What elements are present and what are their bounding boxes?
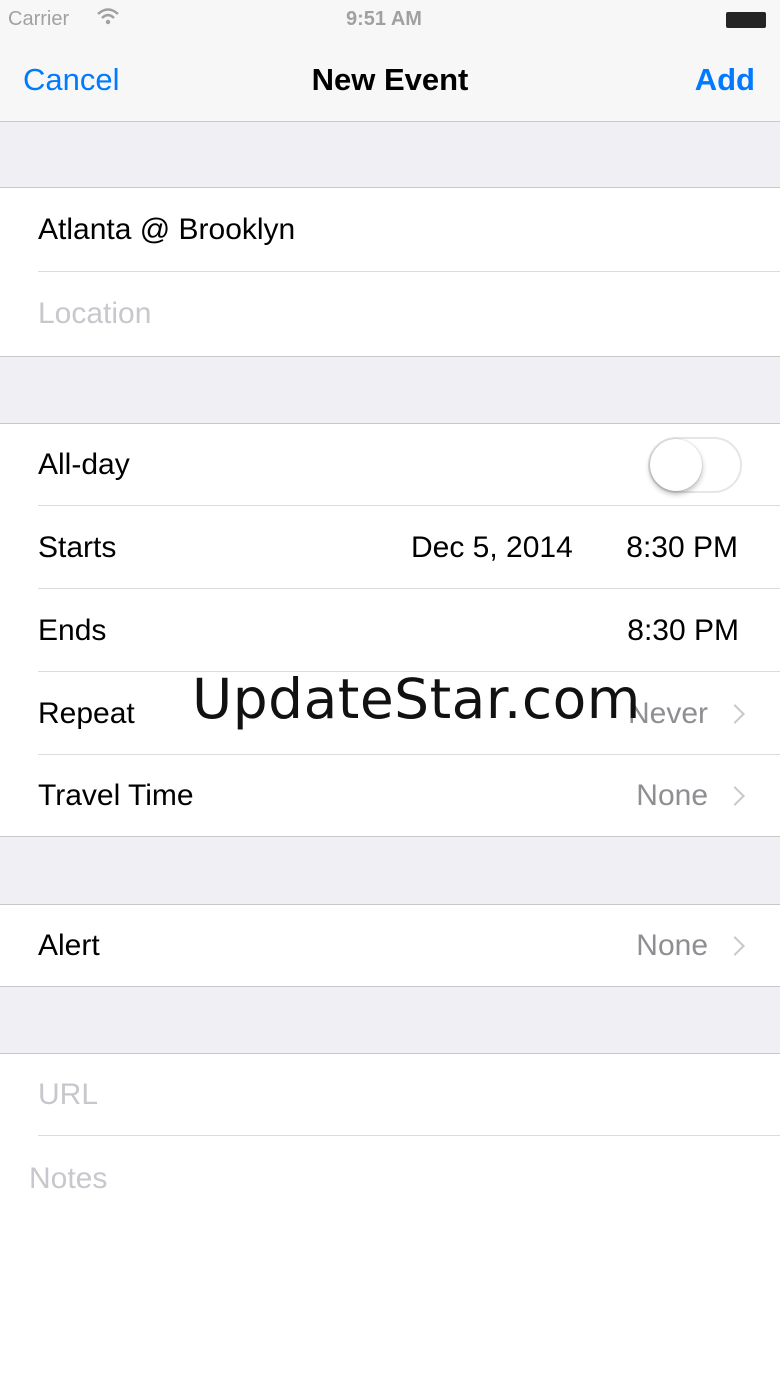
battery-icon [726, 12, 766, 28]
timing-group: All-day Starts Dec 5, 2014 8:30 PM Ends … [0, 423, 780, 837]
add-button[interactable]: Add [695, 62, 755, 98]
starts-row[interactable]: Starts Dec 5, 2014 8:30 PM [0, 506, 780, 589]
allday-toggle[interactable] [648, 437, 742, 493]
travel-time-row[interactable]: Travel Time None [0, 755, 780, 837]
notes-field[interactable]: Notes [29, 1162, 107, 1196]
status-time: 9:51 AM [346, 8, 422, 30]
alert-group: Alert None [0, 904, 780, 987]
toggle-knob [650, 439, 702, 491]
wifi-icon [96, 6, 120, 32]
ends-time[interactable]: 8:30 PM [627, 614, 739, 648]
ends-label: Ends [38, 613, 107, 647]
alert-value: None [636, 928, 708, 962]
starts-date[interactable]: Dec 5, 2014 [411, 531, 573, 565]
title-row[interactable]: Atlanta @ Brooklyn [0, 188, 780, 272]
url-field[interactable]: URL [38, 1078, 98, 1112]
page-title: New Event [311, 62, 469, 97]
chevron-right-icon [725, 703, 745, 724]
allday-label: All-day [38, 448, 130, 481]
nav-bar: Cancel New Event Add [0, 40, 780, 122]
section-gap [0, 987, 780, 1053]
section-gap [0, 122, 780, 187]
carrier-label: Carrier [8, 8, 70, 30]
location-field[interactable]: Location [38, 297, 151, 331]
status-bar: Carrier 9:51 AM [0, 0, 780, 40]
chevron-right-icon [725, 935, 745, 956]
starts-label: Starts [38, 530, 117, 564]
chevron-right-icon [725, 786, 745, 806]
allday-row: All-day [0, 424, 780, 506]
ends-row[interactable]: Ends 8:30 PM [0, 589, 780, 672]
starts-time[interactable]: 8:30 PM [626, 531, 738, 565]
alert-row[interactable]: Alert None [0, 905, 780, 986]
travel-time-value: None [636, 779, 708, 812]
title-location-group: Atlanta @ Brooklyn Location [0, 187, 780, 357]
section-gap [0, 357, 780, 423]
url-notes-group: URL [0, 1053, 780, 1387]
divider [38, 1135, 780, 1136]
section-gap [0, 837, 780, 904]
watermark: UpdateStar.com [192, 667, 641, 731]
travel-time-label: Travel Time [38, 779, 194, 812]
repeat-label: Repeat [38, 696, 135, 730]
url-row[interactable]: URL [0, 1054, 780, 1136]
alert-label: Alert [38, 928, 100, 962]
location-row[interactable]: Location [0, 272, 780, 356]
title-field[interactable]: Atlanta @ Brooklyn [38, 213, 295, 247]
